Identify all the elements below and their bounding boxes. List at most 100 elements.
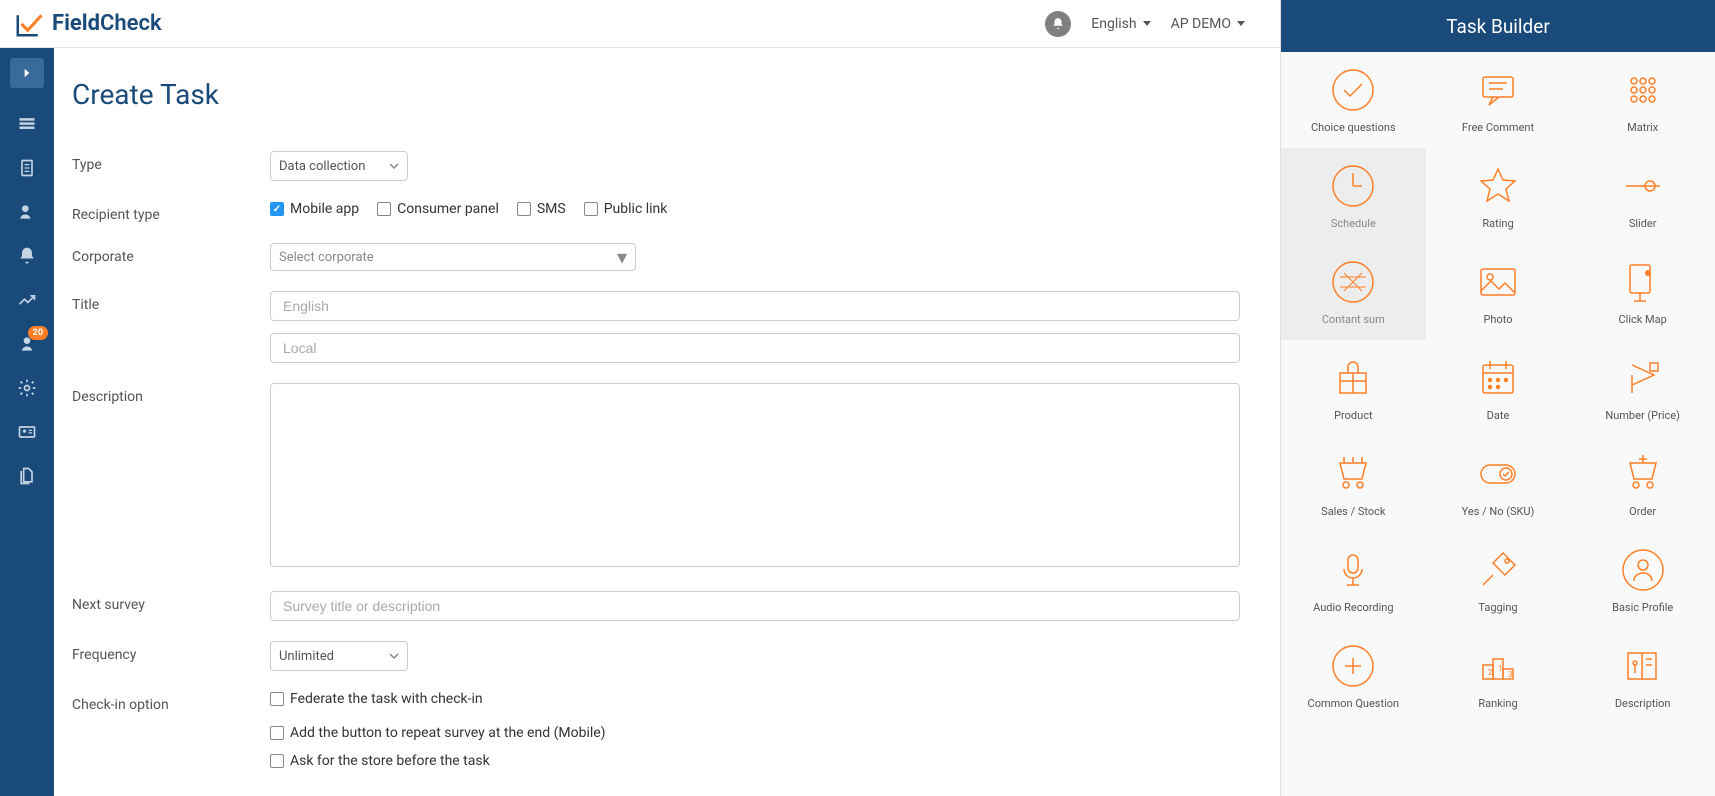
task-type-ranking[interactable]: 213Ranking (1426, 628, 1571, 724)
frequency-select-value: Unlimited (279, 649, 334, 664)
checkbox-icon (584, 202, 598, 216)
badge: 20 (28, 326, 48, 340)
schedule-icon (1330, 163, 1376, 209)
title-en-input[interactable] (270, 291, 1240, 321)
chevron-right-icon (20, 66, 34, 80)
checkbox-consumer-panel[interactable]: Consumer panel (377, 201, 499, 217)
task-type-label: Slider (1629, 217, 1657, 230)
user-icon (17, 202, 37, 222)
corporate-select-value: Select corporate (279, 250, 374, 265)
sidebar-item-tasks[interactable] (0, 146, 54, 190)
product-icon (1330, 355, 1376, 401)
task-type-label: Tagging (1478, 601, 1517, 614)
task-type-label: Date (1487, 409, 1510, 422)
checkbox-repeat[interactable]: Add the button to repeat survey at the e… (270, 725, 1240, 741)
task-builder-title: Task Builder (1281, 0, 1715, 52)
ranking-icon: 213 (1475, 643, 1521, 689)
svg-text:2: 2 (1488, 668, 1493, 677)
task-type-sales-stock[interactable]: Sales / Stock (1281, 436, 1426, 532)
sidebar-item-users[interactable] (0, 190, 54, 234)
logo[interactable]: FieldCheck (14, 9, 162, 39)
task-type-click-map[interactable]: Click Map (1570, 244, 1715, 340)
logo-icon (14, 9, 44, 39)
sales-stock-icon (1330, 451, 1376, 497)
corporate-select[interactable]: Select corporate ▾ (270, 243, 636, 271)
task-type-rating[interactable]: Rating (1426, 148, 1571, 244)
sidebar-item-analytics[interactable] (0, 278, 54, 322)
task-type-photo[interactable]: Photo (1426, 244, 1571, 340)
click-map-icon (1620, 259, 1666, 305)
checkbox-ask-store[interactable]: Ask for the store before the task (270, 753, 1240, 769)
task-type-label: Number (Price) (1605, 409, 1680, 422)
svg-text:1: 1 (1498, 664, 1503, 673)
task-type-label: Contant sum (1322, 313, 1385, 326)
bell-icon (17, 246, 37, 266)
id-card-icon (17, 422, 37, 442)
common-question-icon (1330, 643, 1376, 689)
task-type-label: Free Comment (1462, 121, 1534, 134)
task-type-basic-profile[interactable]: Basic Profile (1570, 532, 1715, 628)
page-title: Create Task (72, 78, 1240, 111)
task-type-choice-questions[interactable]: Choice questions (1281, 52, 1426, 148)
sidebar-item-id[interactable] (0, 410, 54, 454)
task-type-label: Common Question (1308, 697, 1400, 710)
label-corporate: Corporate (72, 243, 270, 265)
sidebar-item-alerts[interactable] (0, 234, 54, 278)
sidebar-item-dashboard[interactable] (0, 102, 54, 146)
next-survey-input[interactable] (270, 591, 1240, 621)
task-type-audio-recording[interactable]: Audio Recording (1281, 532, 1426, 628)
task-type-label: Rating (1482, 217, 1513, 230)
sidebar-item-settings[interactable] (0, 366, 54, 410)
label-recipient: Recipient type (72, 201, 270, 223)
caret-down-icon (1237, 21, 1245, 26)
sidebar-item-people[interactable]: 20 (0, 322, 54, 366)
task-type-label: Yes / No (SKU) (1462, 505, 1535, 518)
task-type-label: Product (1334, 409, 1372, 422)
order-icon (1620, 451, 1666, 497)
task-type-yes-no-sku-[interactable]: Yes / No (SKU) (1426, 436, 1571, 532)
type-select[interactable]: Data collection (270, 151, 408, 181)
checkbox-label: Add the button to repeat survey at the e… (290, 725, 606, 741)
free-comment-icon (1475, 67, 1521, 113)
checkbox-sms[interactable]: SMS (517, 201, 566, 217)
svg-text:3: 3 (1508, 670, 1513, 679)
checkbox-public-link[interactable]: Public link (584, 201, 668, 217)
chevron-down-icon (389, 161, 399, 171)
sidebar-collapse-button[interactable] (10, 58, 44, 88)
choice-questions-icon (1330, 67, 1376, 113)
sidebar-item-files[interactable] (0, 454, 54, 498)
chevron-down-icon (389, 651, 399, 661)
task-type-tagging[interactable]: Tagging (1426, 532, 1571, 628)
task-type-label: Photo (1483, 313, 1512, 326)
audio-recording-icon (1330, 547, 1376, 593)
task-type-order[interactable]: Order (1570, 436, 1715, 532)
account-dropdown[interactable]: AP DEMO (1171, 16, 1245, 32)
task-type-schedule[interactable]: Schedule (1281, 148, 1426, 244)
checkbox-label: Ask for the store before the task (290, 753, 490, 769)
title-local-input[interactable] (270, 333, 1240, 363)
language-label: English (1091, 16, 1136, 32)
matrix-icon (1620, 67, 1666, 113)
task-type-label: Choice questions (1311, 121, 1396, 134)
task-type-product[interactable]: Product (1281, 340, 1426, 436)
task-type-free-comment[interactable]: Free Comment (1426, 52, 1571, 148)
task-type-common-question[interactable]: Common Question (1281, 628, 1426, 724)
description-textarea[interactable] (270, 383, 1240, 567)
language-dropdown[interactable]: English (1091, 16, 1150, 32)
task-type-slider[interactable]: Slider (1570, 148, 1715, 244)
tagging-icon (1475, 547, 1521, 593)
task-type-description[interactable]: Description (1570, 628, 1715, 724)
task-type-date[interactable]: Date (1426, 340, 1571, 436)
task-type-matrix[interactable]: Matrix (1570, 52, 1715, 148)
bell-icon (1051, 17, 1065, 31)
checkbox-mobile-app[interactable]: Mobile app (270, 201, 359, 217)
task-type-contant-sum[interactable]: Contant sum (1281, 244, 1426, 340)
slider-icon (1620, 163, 1666, 209)
notifications-button[interactable] (1045, 11, 1071, 37)
frequency-select[interactable]: Unlimited (270, 641, 408, 671)
task-type-number-price-[interactable]: Number (Price) (1570, 340, 1715, 436)
checkbox-federate[interactable]: Federate the task with check-in (270, 691, 1240, 707)
checkbox-label: Federate the task with check-in (290, 691, 483, 707)
account-label: AP DEMO (1171, 16, 1231, 32)
rating-icon (1475, 163, 1521, 209)
